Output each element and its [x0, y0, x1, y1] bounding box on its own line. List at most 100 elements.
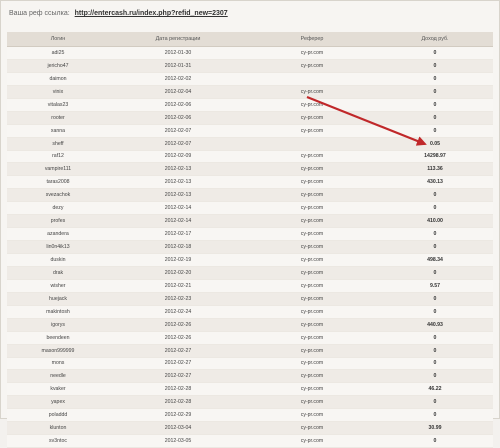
column-header-income[interactable]: Доход руб.: [377, 32, 493, 47]
table-row: vitalas23 2012-02-06 cy-pr.com 0: [7, 98, 493, 112]
table-row: vinix 2012-02-04 cy-pr.com 0: [7, 85, 493, 99]
table-row: rooter 2012-02-06 cy-pr.com 0: [7, 111, 493, 125]
cell-login: vampire111: [7, 162, 109, 177]
table-row: duskin 2012-02-19 cy-pr.com 498.34: [7, 253, 493, 267]
cell-registration-date: 2012-02-27: [109, 357, 247, 371]
cell-registration-date: 2012-03-04: [109, 421, 247, 436]
cell-referer: cy-pr.com: [247, 150, 377, 164]
column-header-login[interactable]: Логин: [7, 32, 109, 47]
cell-registration-date: 2012-03-05: [109, 434, 247, 448]
table-row: lin0n4ik13 2012-02-18 cy-pr.com 0: [7, 240, 493, 254]
cell-referer: cy-pr.com: [247, 357, 377, 371]
cell-registration-date: 2012-02-23: [109, 292, 247, 306]
cell-registration-date: 2012-01-30: [109, 46, 247, 60]
cell-income: 0: [377, 227, 493, 242]
cell-registration-date: 2012-02-14: [109, 201, 247, 216]
cell-referer: cy-pr.com: [247, 214, 377, 229]
cell-login: rooter: [7, 111, 109, 125]
table-row: drak 2012-02-20 cy-pr.com 0: [7, 266, 493, 280]
cell-income: 0: [377, 434, 493, 448]
cell-registration-date: 2012-02-13: [109, 162, 247, 177]
cell-income: 113.36: [377, 162, 493, 177]
cell-login: beendeen: [7, 331, 109, 345]
column-header-referer[interactable]: Реферер: [247, 32, 377, 47]
cell-login: taras2008: [7, 175, 109, 190]
cell-registration-date: 2012-01-31: [109, 59, 247, 73]
cell-registration-date: 2012-02-27: [109, 344, 247, 358]
cell-login: poladdd: [7, 408, 109, 423]
cell-login: lin0n4ik13: [7, 240, 109, 254]
cell-login: xanna: [7, 124, 109, 138]
cell-income: 498.34: [377, 253, 493, 267]
cell-login: vitalas23: [7, 98, 109, 112]
cell-referer: cy-pr.com: [247, 201, 377, 216]
table-row: dezy 2012-02-14 cy-pr.com 0: [7, 201, 493, 216]
table-row: kvaker 2012-02-28 cy-pr.com 46.22: [7, 382, 493, 397]
cell-income: 0: [377, 408, 493, 423]
cell-income: 0: [377, 201, 493, 216]
table-header-row: Логин Дата регистрации Реферер Доход руб…: [7, 32, 493, 47]
cell-registration-date: 2012-02-06: [109, 111, 247, 125]
cell-login: huejack: [7, 292, 109, 306]
column-header-registration-date[interactable]: Дата регистрации: [109, 32, 247, 47]
cell-login: raf12: [7, 150, 109, 164]
table-row: taras2008 2012-02-13 cy-pr.com 430.13: [7, 175, 493, 190]
cell-login: sheff: [7, 137, 109, 151]
cell-login: dezy: [7, 201, 109, 216]
cell-income: 14298.97: [377, 150, 493, 164]
table-row: yapex 2012-02-28 cy-pr.com 0: [7, 395, 493, 410]
cell-registration-date: 2012-02-13: [109, 175, 247, 190]
cell-income: 0: [377, 59, 493, 73]
referral-label: Ваша реф ссылка:: [9, 10, 70, 17]
cell-registration-date: 2012-02-24: [109, 305, 247, 319]
cell-registration-date: 2012-02-21: [109, 279, 247, 293]
cell-income: 0: [377, 266, 493, 280]
cell-registration-date: 2012-02-06: [109, 98, 247, 112]
cell-income: 430.13: [377, 175, 493, 190]
cell-login: sv3ntoc: [7, 434, 109, 448]
cell-registration-date: 2012-02-02: [109, 72, 247, 86]
cell-income: 0: [377, 395, 493, 410]
cell-login: jericho47: [7, 59, 109, 73]
table-row: makintosh 2012-02-24 cy-pr.com 0: [7, 305, 493, 319]
cell-referer: cy-pr.com: [247, 59, 377, 73]
table-row: azandera 2012-02-17 cy-pr.com 0: [7, 227, 493, 242]
cell-income: 0: [377, 369, 493, 384]
table-row: jericho47 2012-01-31 cy-pr.com 0: [7, 59, 493, 73]
cell-login: adi25: [7, 46, 109, 60]
cell-referer: cy-pr.com: [247, 240, 377, 254]
cell-registration-date: 2012-02-20: [109, 266, 247, 280]
cell-login: igorys: [7, 318, 109, 332]
cell-income: 46.22: [377, 382, 493, 397]
cell-income: 9.57: [377, 279, 493, 293]
table-row: mason999999 2012-02-27 cy-pr.com 0: [7, 344, 493, 358]
cell-referer: cy-pr.com: [247, 434, 377, 448]
table-row: sv3ntoc 2012-03-05 cy-pr.com 0: [7, 434, 493, 448]
cell-referer: cy-pr.com: [247, 344, 377, 358]
cell-registration-date: 2012-02-07: [109, 124, 247, 138]
cell-income: 0: [377, 111, 493, 125]
cell-registration-date: 2012-02-19: [109, 253, 247, 267]
cell-income: 0: [377, 124, 493, 138]
cell-referer: cy-pr.com: [247, 98, 377, 112]
cell-registration-date: 2012-02-07: [109, 137, 247, 151]
cell-referer: cy-pr.com: [247, 175, 377, 190]
table-row: raf12 2012-02-09 cy-pr.com 14298.97: [7, 150, 493, 164]
cell-login: makintosh: [7, 305, 109, 319]
cell-login: klunton: [7, 421, 109, 436]
cell-income: 410.00: [377, 214, 493, 229]
cell-referer: cy-pr.com: [247, 162, 377, 177]
cell-registration-date: 2012-02-18: [109, 240, 247, 254]
cell-registration-date: 2012-02-04: [109, 85, 247, 99]
cell-registration-date: 2012-02-13: [109, 188, 247, 203]
referral-link[interactable]: http://entercash.ru/index.php?refid_new=…: [75, 10, 228, 17]
table-row: needle 2012-02-27 cy-pr.com 0: [7, 369, 493, 384]
cell-registration-date: 2012-02-29: [109, 408, 247, 423]
referral-line: Ваша реф ссылка: http://entercash.ru/ind…: [9, 10, 228, 17]
cell-income: 0: [377, 331, 493, 345]
cell-referer: cy-pr.com: [247, 124, 377, 138]
cell-income: 0: [377, 85, 493, 99]
cell-referer: cy-pr.com: [247, 395, 377, 410]
cell-login: drak: [7, 266, 109, 280]
table-row: poladdd 2012-02-29 cy-pr.com 0: [7, 408, 493, 423]
